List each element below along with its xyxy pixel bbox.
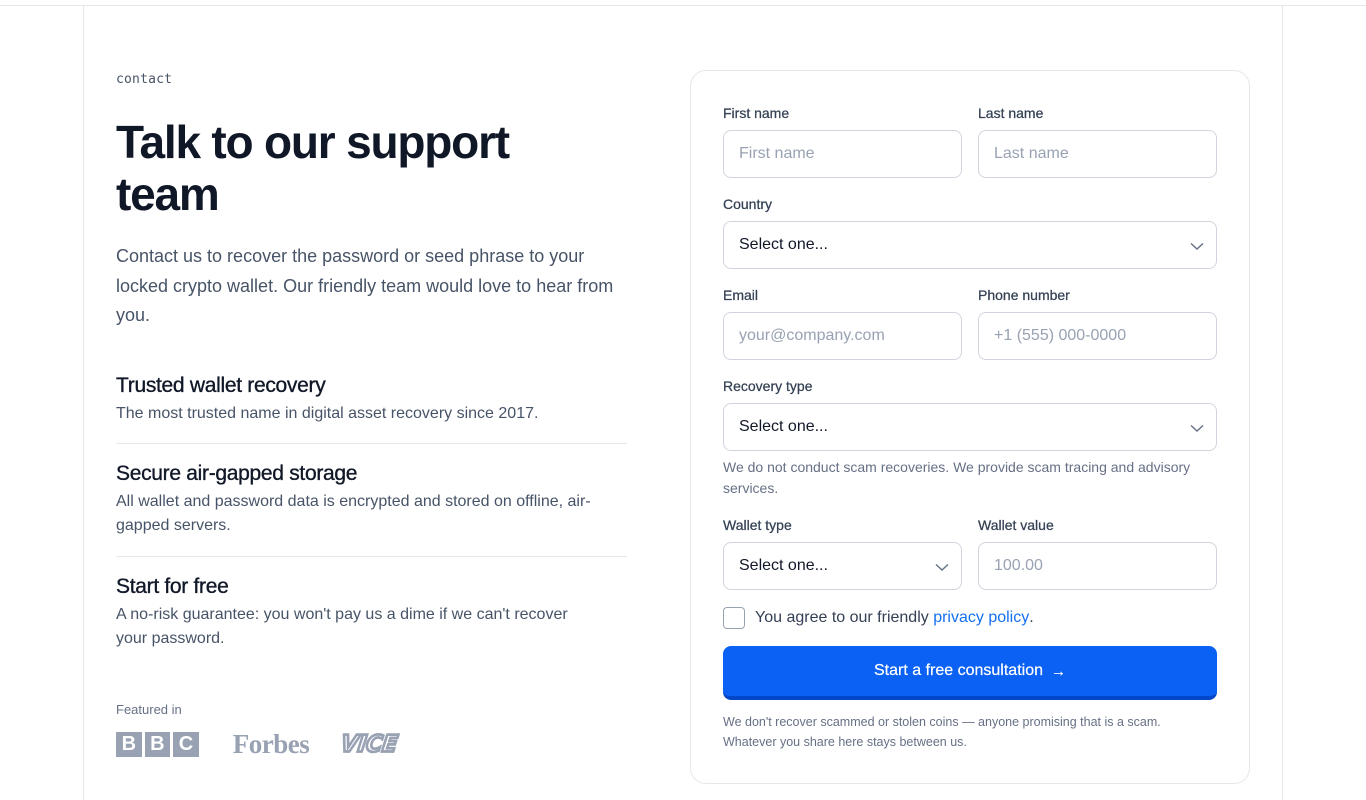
privacy-checkbox[interactable] xyxy=(723,607,745,629)
feature-text: All wallet and password data is encrypte… xyxy=(116,493,591,534)
country-select-value: Select one... xyxy=(739,236,828,253)
start-consultation-button[interactable]: Start a free consultation → xyxy=(723,646,1217,700)
wallet-type-label: Wallet type xyxy=(723,517,792,533)
privacy-agreement-suffix: . xyxy=(1029,609,1034,626)
chevron-down-icon xyxy=(1190,242,1204,250)
bbc-logo: B B C xyxy=(116,731,199,757)
email-input[interactable] xyxy=(723,312,962,360)
featured-in-label: Featured in xyxy=(116,702,182,717)
feature-text: The most trusted name in digital asset r… xyxy=(116,405,539,422)
feature-start-free: Start for free A no-risk guarantee: you … xyxy=(116,574,627,651)
feature-title: Start for free xyxy=(116,575,229,598)
wallet-value-input[interactable] xyxy=(978,542,1217,590)
phone-label: Phone number xyxy=(978,287,1070,303)
start-consultation-label: Start a free consultation xyxy=(874,662,1043,679)
section-eyebrow: contact xyxy=(116,72,173,87)
chevron-down-icon xyxy=(1190,424,1204,432)
phone-input[interactable] xyxy=(978,312,1217,360)
last-name-input[interactable] xyxy=(978,130,1217,178)
recovery-type-select[interactable]: Select one... xyxy=(723,403,1217,451)
first-name-input[interactable] xyxy=(723,130,962,178)
feature-title: Secure air-gapped storage xyxy=(116,462,358,485)
page-lead: Contact us to recover the password or se… xyxy=(116,246,614,325)
feature-secure-storage: Secure air-gapped storage All wallet and… xyxy=(116,461,627,538)
first-name-label: First name xyxy=(723,105,790,121)
chevron-down-icon xyxy=(935,563,949,571)
bbc-logo-letter: B xyxy=(116,731,142,757)
privacy-agreement-text: You agree to our friendly xyxy=(755,609,934,626)
forbes-logo: Forbes xyxy=(232,728,310,759)
form-footnote: We don't recover scammed or stolen coins… xyxy=(723,715,1161,749)
recovery-type-label: Recovery type xyxy=(723,378,813,394)
feature-divider xyxy=(116,443,627,444)
privacy-policy-link[interactable]: privacy policy xyxy=(933,609,1029,627)
wallet-type-select[interactable]: Select one... xyxy=(723,542,962,590)
vice-logo: VICE xyxy=(338,730,401,759)
wallet-value-label: Wallet value xyxy=(978,517,1054,533)
arrow-right-icon: → xyxy=(1050,662,1066,680)
last-name-label: Last name xyxy=(978,105,1044,121)
bbc-logo-letter: C xyxy=(173,731,199,757)
recovery-type-select-value: Select one... xyxy=(739,418,828,435)
email-label: Email xyxy=(723,287,759,303)
feature-divider xyxy=(116,556,627,557)
bbc-logo-letter: B xyxy=(144,731,171,757)
wallet-type-select-value: Select one... xyxy=(739,557,828,574)
country-select[interactable]: Select one... xyxy=(723,221,1217,269)
privacy-agreement: You agree to our friendly privacy policy… xyxy=(723,607,1034,629)
page-title: Talk to our support team xyxy=(116,116,510,220)
feature-text: A no-risk guarantee: you won't pay us a … xyxy=(116,606,568,647)
feature-trusted-recovery: Trusted wallet recovery The most trusted… xyxy=(116,373,627,426)
press-logos: B B C Forbes VICE xyxy=(116,728,401,759)
recovery-type-hint: We do not conduct scam recoveries. We pr… xyxy=(723,459,1191,496)
country-label: Country xyxy=(723,196,773,212)
feature-title: Trusted wallet recovery xyxy=(116,374,326,397)
